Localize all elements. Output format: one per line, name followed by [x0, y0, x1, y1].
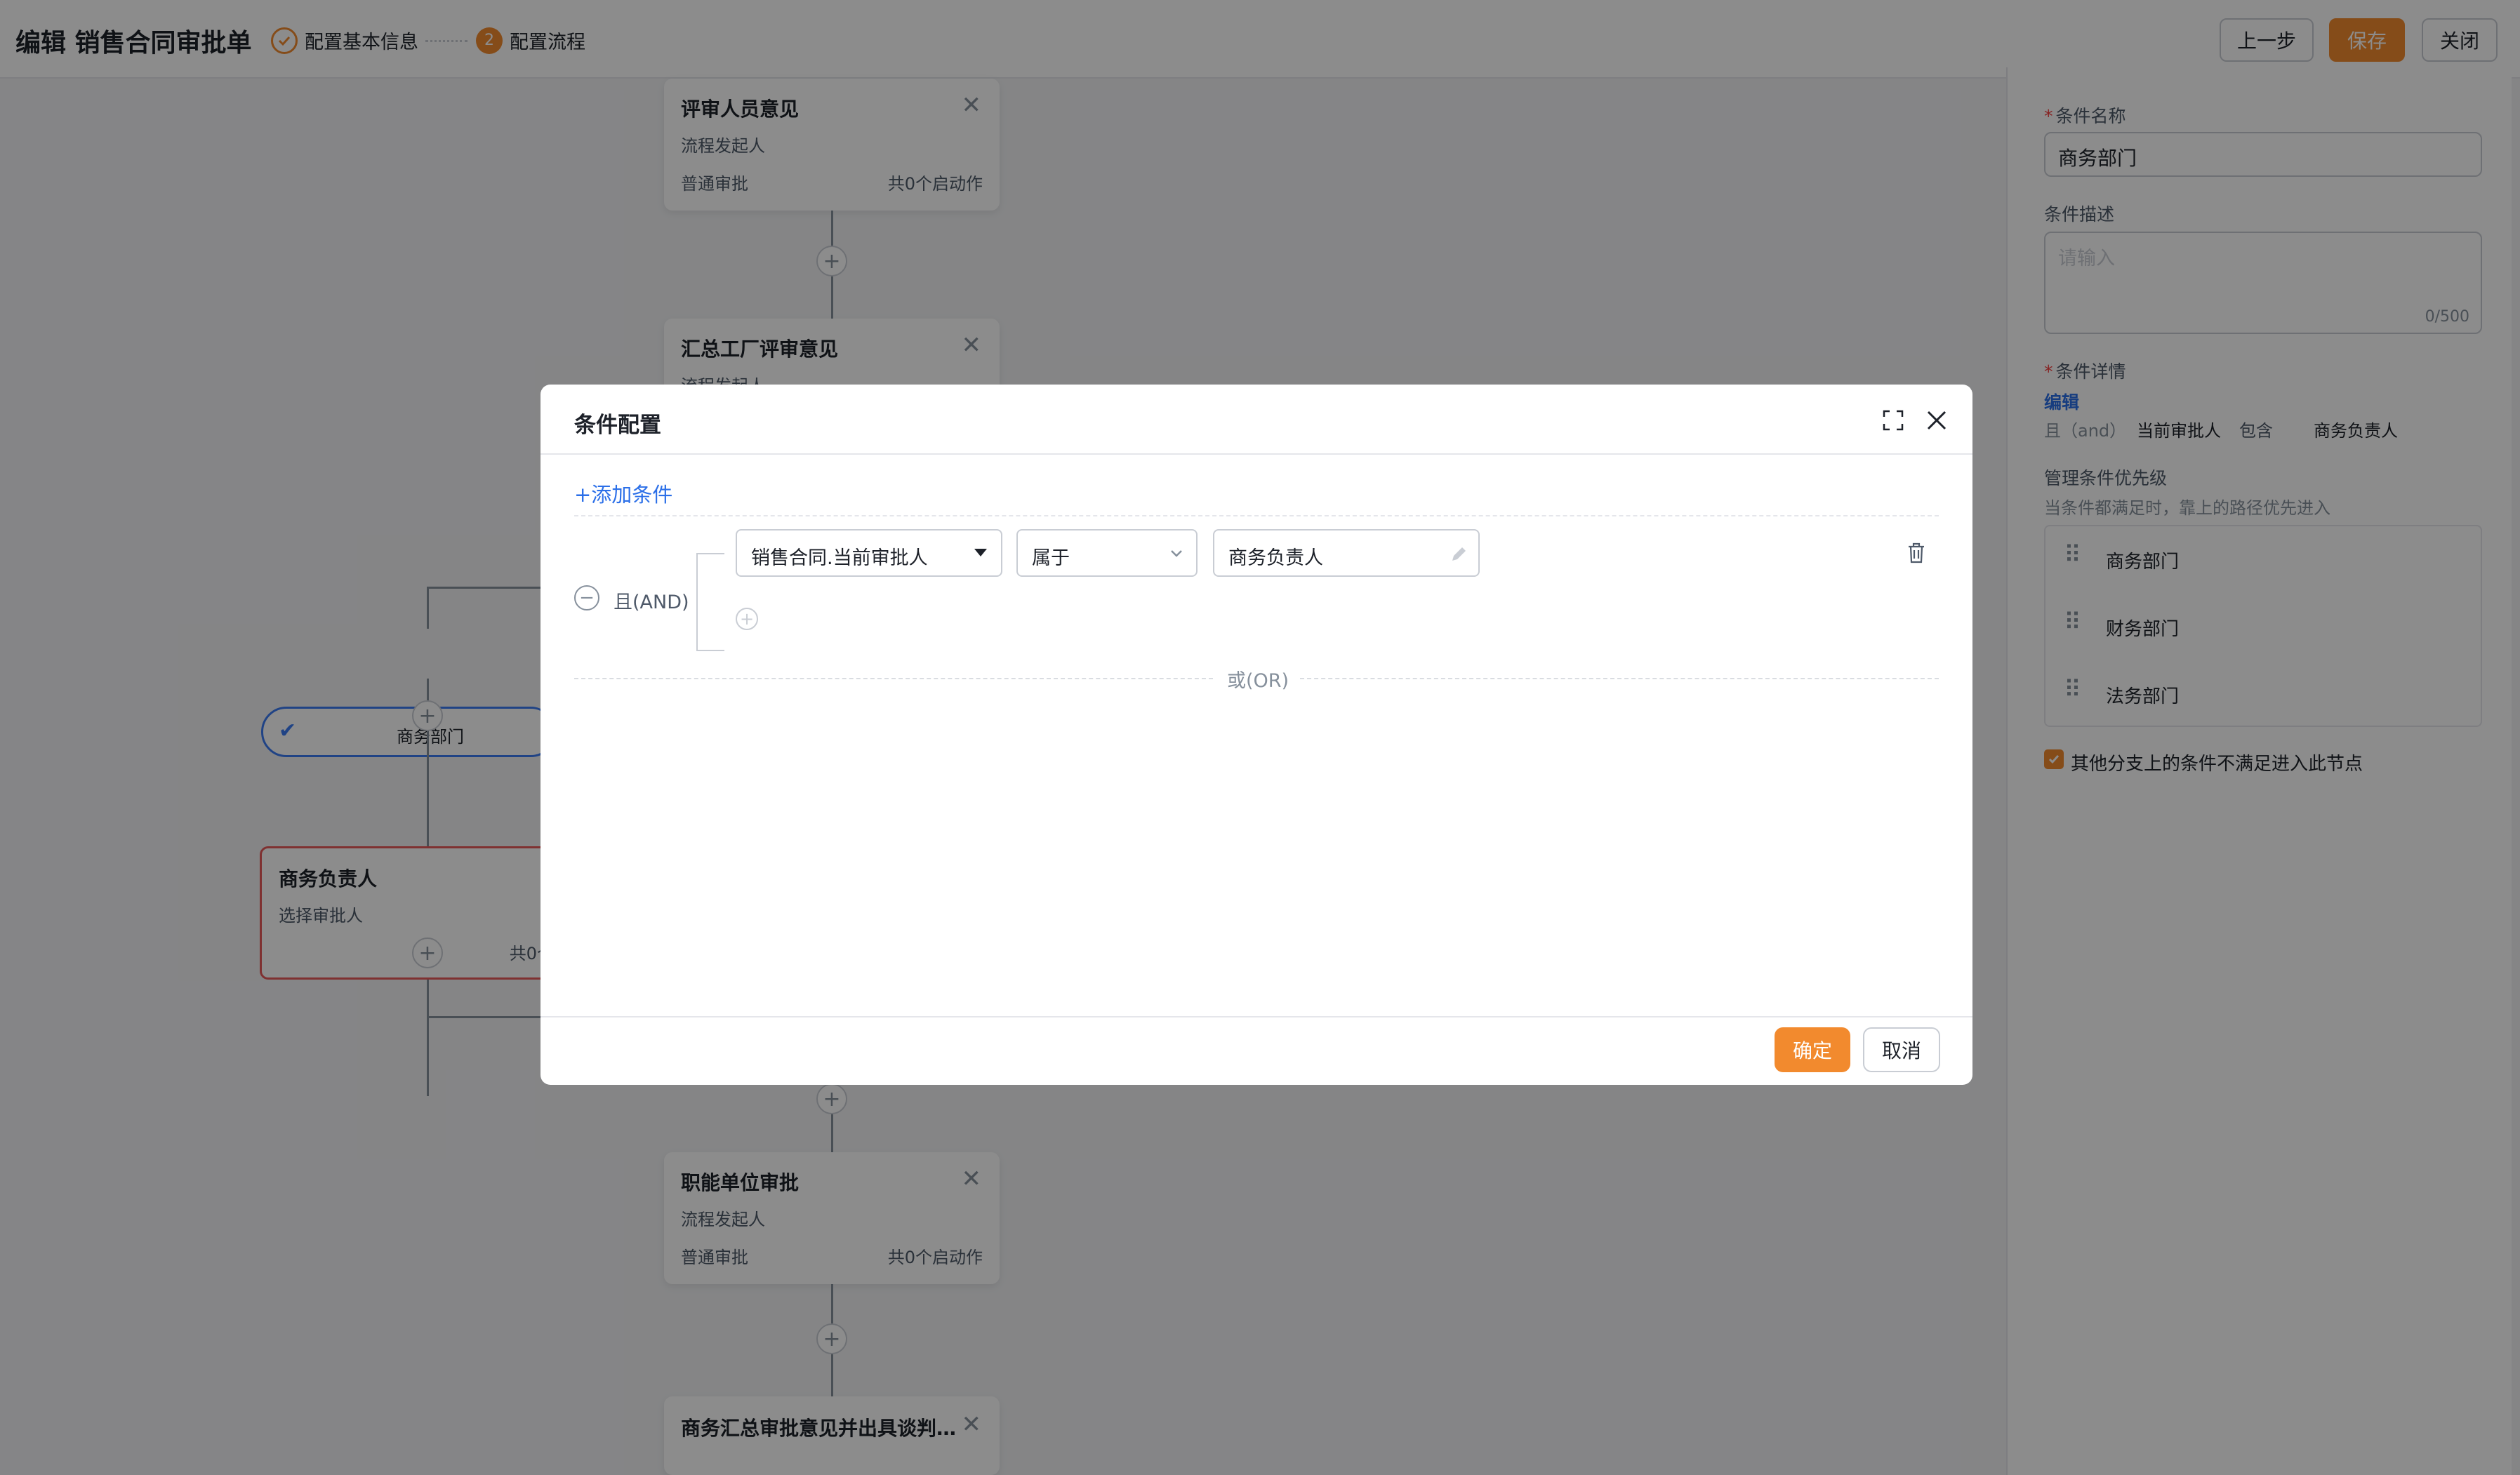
divider [574, 515, 1939, 516]
value-input[interactable]: 商务负责人 [1213, 529, 1480, 577]
pencil-icon[interactable] [1449, 545, 1468, 564]
cancel-button[interactable]: 取消 [1863, 1027, 1940, 1072]
condition-config-modal: 条件配置 +添加条件 − 且(AND) 销售合同.当前审批人 属于 商务负责人 … [541, 385, 1972, 1085]
operator-select[interactable]: 属于 [1016, 529, 1198, 577]
field-select[interactable]: 销售合同.当前审批人 [736, 529, 1002, 577]
operator-select-value: 属于 [1032, 547, 1070, 569]
expand-icon[interactable] [1883, 410, 1904, 431]
chevron-down-icon [1171, 550, 1182, 557]
modal-footer [541, 1016, 1972, 1085]
ok-button[interactable]: 确定 [1775, 1027, 1850, 1072]
modal-title: 条件配置 [574, 413, 661, 438]
and-label: 且(AND) [614, 592, 689, 613]
divider [1300, 678, 1939, 679]
add-sub-condition-plus-icon[interactable]: + [736, 608, 758, 630]
field-select-value: 销售合同.当前审批人 [751, 547, 928, 569]
caret-down-icon [974, 549, 987, 556]
divider [574, 678, 1213, 679]
app-window: 编辑 销售合同审批单 配置基本信息 2 配置流程 上一步 保存 关闭 评审人员意… [0, 0, 2520, 1475]
trash-icon[interactable] [1906, 542, 1926, 564]
or-label: 或(OR) [1227, 670, 1289, 692]
modal-header: 条件配置 [541, 385, 1972, 455]
group-bracket [696, 553, 724, 651]
add-condition-link[interactable]: +添加条件 [574, 479, 672, 508]
close-icon[interactable] [1925, 408, 1949, 432]
value-input-value: 商务负责人 [1228, 547, 1323, 569]
remove-group-minus-icon[interactable]: − [574, 585, 599, 610]
